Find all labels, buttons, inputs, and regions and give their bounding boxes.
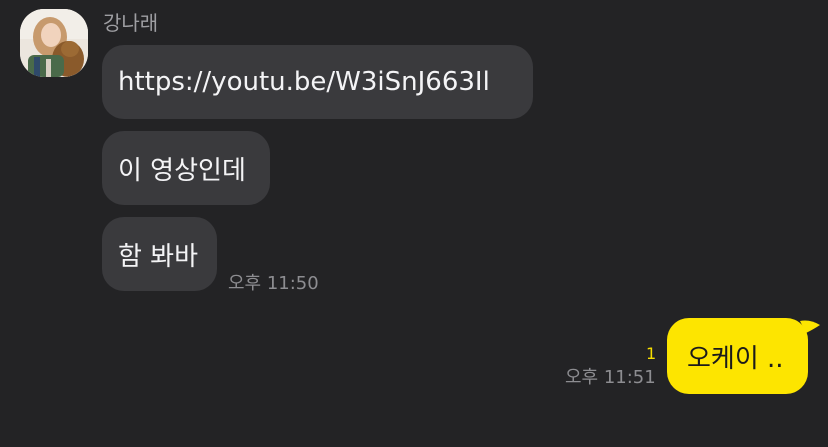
message-text: 이 영상인데 (118, 155, 246, 186)
unread-count: 1 (646, 344, 657, 363)
message-text: https://youtu.be/W3iSnJ663Il (118, 67, 490, 97)
message-bubble[interactable]: 이 영상인데 (102, 131, 270, 205)
outgoing-message-bubble[interactable]: 오케이 .. (667, 318, 808, 394)
avatar-photo-icon (20, 9, 88, 77)
message-bubble[interactable]: 함 봐바 (102, 217, 217, 291)
message-text: 함 봐바 (118, 241, 199, 272)
message-bubble-link[interactable]: https://youtu.be/W3iSnJ663Il (102, 45, 533, 119)
outgoing-timestamp: 오후 11:51 (565, 367, 656, 388)
sender-avatar[interactable] (20, 9, 88, 77)
incoming-timestamp: 오후 11:50 (228, 273, 319, 294)
message-text: 오케이 .. (687, 343, 784, 374)
sender-name: 강나래 (103, 11, 159, 35)
